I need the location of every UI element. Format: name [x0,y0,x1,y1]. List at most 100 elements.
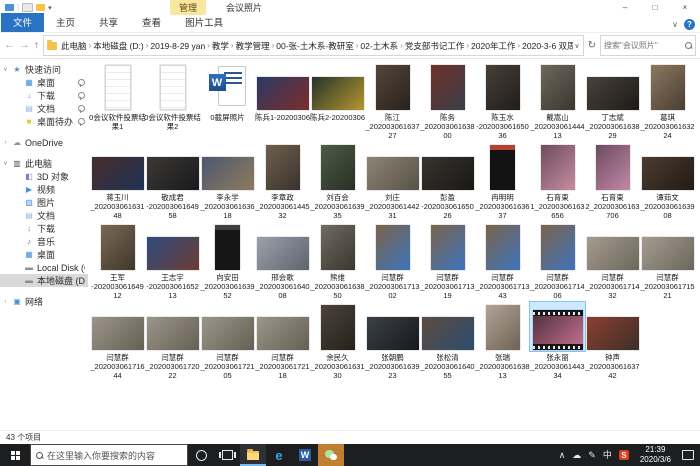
file-item[interactable]: 谭茹文 _202003061639 08 [640,142,695,222]
properties-icon[interactable] [22,3,33,12]
file-item[interactable]: 熊维 _202003061638 50 [310,222,365,302]
breadcrumb-segment[interactable]: 党支部书记工作 [404,40,466,52]
file-item[interactable]: 闫慧群 _202003061721 05 [200,302,255,382]
file-item[interactable]: 石育東 2_20200306163 706 [585,142,640,222]
file-item[interactable]: 李永学 _202003061636 18 [200,142,255,222]
sidebar-item[interactable]: ■桌面待办 [0,115,88,128]
file-item[interactable]: 刘百会 _202003061639 35 [310,142,365,222]
breadcrumb-segment[interactable]: 本地磁盘 (D:) [92,40,145,52]
new-folder-icon[interactable] [36,4,45,11]
cortana-button[interactable] [188,444,214,466]
breadcrumb-segment[interactable]: 02-土木系 [359,40,399,52]
file-item[interactable]: 石育東 1_20200306163 656 [530,142,585,222]
file-item[interactable]: 闫慧群 _202003061721 18 [255,302,310,382]
file-item[interactable]: 刘庄 _202003061442 31 [365,142,420,222]
ribbon-collapse-icon[interactable]: ∨ [672,20,678,29]
file-item[interactable]: 闫慧群 _202003061714 06 [530,222,585,302]
forward-button[interactable]: → [19,40,30,51]
file-item[interactable]: 陈务 _202003061638 00 [420,62,475,142]
file-item[interactable]: 0会议软件投票结 果1 [90,62,145,142]
sidebar-item[interactable]: ▦桌面 [0,248,88,261]
start-button[interactable] [0,444,30,466]
taskbar-search-input[interactable]: 在这里输入你要搜索的内容 [30,444,188,466]
refresh-icon[interactable]: ↻ [588,40,596,51]
sogou-input-icon[interactable]: S [619,450,629,460]
sidebar-item[interactable]: ▬本地磁盘 (D:) [0,274,88,287]
file-item[interactable]: 闫慧群 _202003061714 32 [585,222,640,302]
breadcrumb-segment[interactable]: 此电脑 [60,40,88,52]
ribbon-tab-3[interactable]: 查看 [130,13,173,32]
file-item[interactable]: 陈江 _202003061637 27 [365,62,420,142]
ribbon-tab-2[interactable]: 共享 [87,13,130,32]
file-item[interactable]: 闫慧群 _202003061713 43 [475,222,530,302]
sidebar-item[interactable]: ▨图片 [0,196,88,209]
breadcrumb-segment[interactable]: 00-张-土木系-教研室 [275,40,354,52]
file-item[interactable]: 张瑞 _202003061638 13 [475,302,530,382]
edge-taskbar-button[interactable]: e [266,444,292,466]
wechat-taskbar-button[interactable] [318,444,344,466]
chevron-icon[interactable]: ∨ [2,66,9,73]
explorer-mini-icon[interactable] [5,4,14,11]
file-item[interactable]: 张永丽 _202003061443 34 [530,302,585,382]
sidebar-item[interactable]: ♪音乐 [0,235,88,248]
file-item[interactable]: 葛琪 _202003061632 24 [640,62,695,142]
sidebar-item[interactable]: ▦桌面 [0,76,88,89]
up-button[interactable]: ↑ [34,40,39,51]
input-method-indicator[interactable]: 中 [603,451,612,460]
ribbon-tab-1[interactable]: 主页 [44,13,87,32]
file-item[interactable]: W0截屏照片 [200,62,255,142]
sidebar-item[interactable]: ↓下载 [0,222,88,235]
sidebar-item[interactable]: ∨▥此电脑 [0,157,88,170]
minimize-button[interactable]: – [610,0,640,15]
chevron-icon[interactable]: › [2,299,9,305]
pen-tray-icon[interactable]: ✎ [588,451,596,460]
file-item[interactable]: 王军 -202003061649 12 [90,222,145,302]
file-item[interactable]: 陈兵1-20200306 [255,62,310,142]
file-item[interactable]: 向安田 _202003061639 52 [200,222,255,302]
breadcrumb-segment[interactable]: 2020年工作 [470,40,516,52]
file-item[interactable]: 陈玉水 -202003061650 36 [475,62,530,142]
folder-search-input[interactable]: 搜索"会议照片" [600,35,696,56]
file-item[interactable]: 敬成君 -202003061649 58 [145,142,200,222]
chevron-icon[interactable]: ∨ [2,160,9,167]
file-item[interactable]: 邢会歌 _202003061640 08 [255,222,310,302]
file-item[interactable]: 王志宇 -202003061652 13 [145,222,200,302]
sidebar-item[interactable]: ↓下载 [0,89,88,102]
sidebar-item[interactable]: ▤文档 [0,102,88,115]
file-item[interactable]: 蒋玉川 _202003061631 48 [90,142,145,222]
close-button[interactable]: × [670,0,700,15]
task-view-button[interactable] [214,444,240,466]
breadcrumb-segment[interactable]: 2019-8-29 yan [149,41,206,51]
breadcrumb-segment[interactable]: 2020-3-6 双周会议 [521,40,573,52]
breadcrumb[interactable]: 此电脑›本地磁盘 (D:)›2019-8-29 yan›教学›教学管理›00-张… [43,35,584,56]
file-item[interactable]: 0会议软件投票结 果2 [145,62,200,142]
file-item[interactable]: 彭盈 -202003061650 26 [420,142,475,222]
breadcrumb-segment[interactable]: 教学 [211,40,230,52]
sidebar-item[interactable]: ∨★快速访问 [0,63,88,76]
file-item[interactable]: 张松清 _202003061640 55 [420,302,475,382]
onedrive-cloud-icon[interactable]: ☁ [572,451,581,460]
file-item[interactable]: 张朝鹏 _202003061639 23 [365,302,420,382]
sidebar-item[interactable]: ◧3D 对象 [0,170,88,183]
back-button[interactable]: ← [4,40,15,51]
file-item[interactable]: 戴嵩山 _202003061444 13 [530,62,585,142]
file-explorer-taskbar-button[interactable] [240,444,266,466]
file-item[interactable]: 陈兵2-20200306 [310,62,365,142]
file-item[interactable]: 丁志斌 _202003061638 29 [585,62,640,142]
taskbar-clock[interactable]: 21:39 2020/3/6 [635,444,676,466]
sidebar-item[interactable]: ▶视频 [0,183,88,196]
word-taskbar-button[interactable]: W [292,444,318,466]
help-icon[interactable]: ? [684,19,695,30]
file-item[interactable]: 冉明明 _202003061636 37 [475,142,530,222]
action-center-button[interactable] [676,444,700,466]
file-item[interactable]: 闫慧群 _202003061720 22 [145,302,200,382]
maximize-button[interactable]: □ [640,0,670,15]
sidebar-item[interactable]: ▤文档 [0,209,88,222]
address-dropdown-icon[interactable]: ∨ [574,42,579,50]
file-item[interactable]: 李章政 _202003061445 32 [255,142,310,222]
file-item[interactable]: 余民久 _202003061631 30 [310,302,365,382]
sidebar-item[interactable]: ▬Local Disk (C:) [0,261,88,274]
qat-dropdown-icon[interactable]: ▾ [48,4,52,12]
file-item[interactable]: 钟声 _202003061637 42 [585,302,640,382]
file-item[interactable]: 闫慧群 _202003061713 19 [420,222,475,302]
